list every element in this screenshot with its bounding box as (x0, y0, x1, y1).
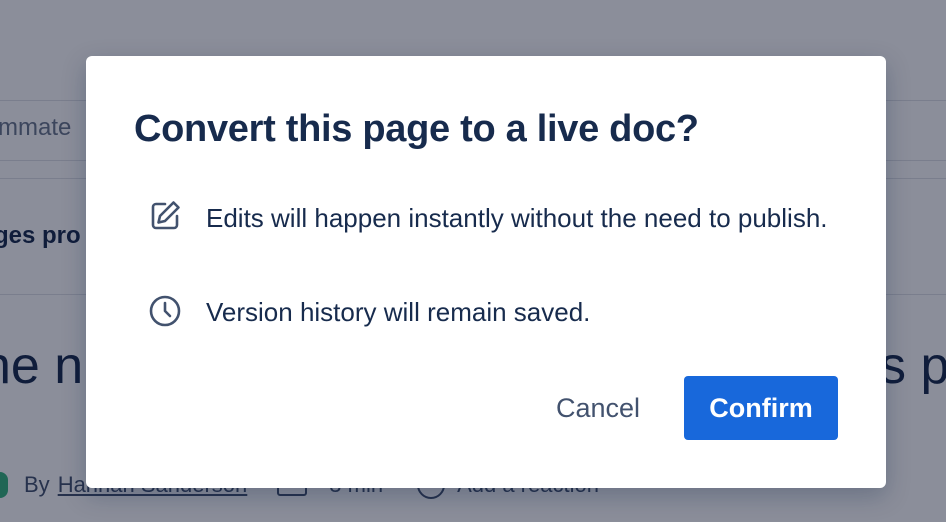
clock-icon (148, 293, 182, 327)
info-item-history: Version history will remain saved. (148, 292, 846, 332)
info-text: Version history will remain saved. (206, 297, 591, 327)
edit-icon (148, 199, 182, 233)
confirm-button[interactable]: Confirm (684, 376, 838, 440)
cancel-button[interactable]: Cancel (542, 376, 654, 440)
info-text: Edits will happen instantly without the … (206, 203, 828, 233)
info-item-edits: Edits will happen instantly without the … (148, 198, 846, 238)
dialog-title: Convert this page to a live doc? (134, 108, 699, 150)
convert-live-doc-dialog: Convert this page to a live doc? Edits w… (86, 56, 886, 488)
